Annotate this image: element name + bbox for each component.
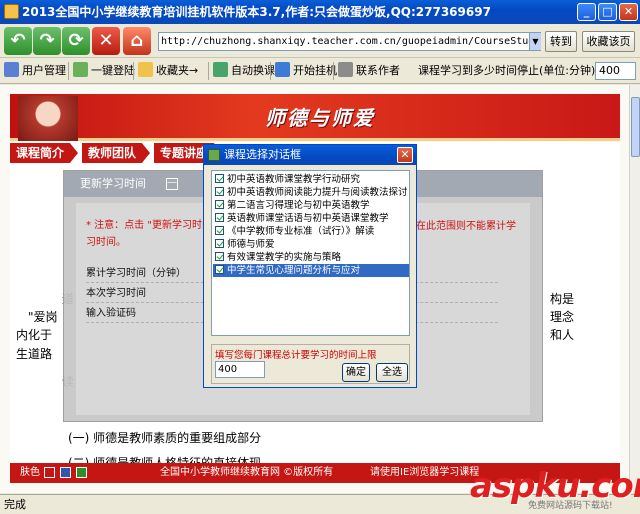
user-manage-button[interactable]: 用户管理 [4, 62, 66, 80]
course-select-dialog: 课程选择对话框 ✕ 初中英语教师课堂教学行动研究 初中英语教师阅读能力提升与阅读… [203, 144, 417, 388]
home-icon[interactable]: ⌂ [123, 27, 151, 55]
switch-icon [213, 62, 228, 77]
title-bar: 2013全国中小学继续教育培训挂机软件版本3.7,作者:只会做蛋炒饭,QQ:27… [0, 0, 640, 24]
address-dropdown-icon[interactable]: ▼ [529, 33, 541, 50]
checkbox-icon[interactable] [215, 174, 224, 183]
dialog-title-bar: 课程选择对话框 ✕ [204, 145, 416, 165]
function-toolbar: 用户管理 一键登陆 收藏夹→ 自动换课 开始挂机 联系作者 课程学习到多少时间停… [0, 58, 640, 84]
banner-title: 师德与师爱 [265, 106, 375, 130]
dialog-close-icon[interactable]: ✕ [397, 147, 413, 163]
stop-icon[interactable]: ✕ [92, 27, 120, 55]
checkbox-icon[interactable] [215, 187, 224, 196]
dialog-title: 课程选择对话框 [224, 148, 301, 161]
login-icon [73, 62, 88, 77]
checkbox-icon[interactable] [215, 200, 224, 209]
checkbox-icon[interactable] [215, 265, 224, 274]
skin-red-swatch[interactable] [44, 467, 55, 478]
separator [68, 62, 69, 80]
separator [270, 62, 271, 80]
skin-blue-swatch[interactable] [60, 467, 71, 478]
status-text: 完成 [4, 498, 26, 511]
maximize-button[interactable]: □ [598, 3, 617, 21]
time-limit-input[interactable] [215, 361, 265, 378]
checkbox-icon[interactable] [215, 226, 224, 235]
course-item-selected[interactable]: 中学生常见心理问题分析与应对 [213, 264, 409, 277]
dialog-icon [208, 149, 220, 161]
one-click-login-button[interactable]: 一键登陆 [73, 62, 135, 80]
separator [133, 62, 134, 80]
tab-teacher-team[interactable]: 教师团队 [82, 143, 150, 163]
watermark-subtitle: 免费网站源码下载站! [528, 501, 613, 511]
partial-text: 生道路 [16, 347, 53, 361]
go-button[interactable]: 转到 [545, 31, 577, 52]
course-item[interactable]: 英语教师课堂话语与初中英语课堂教学 [213, 212, 409, 225]
time-limit-label: 填写您每门课程总计要学习的时间上限 [215, 350, 377, 361]
favorites-menu[interactable]: 收藏夹→ [138, 62, 198, 80]
stop-time-input[interactable]: 400 [595, 62, 636, 80]
course-item[interactable]: 有效课堂教学的实施与策略 [213, 251, 409, 264]
course-item[interactable]: 《中学教师专业标准（试行）》解读 [213, 225, 409, 238]
copyright-text: 全国中小学教师继续教育网 ©版权所有 [160, 467, 334, 478]
address-bar[interactable]: http://chuzhong.shanxiqy.teacher.com.cn/… [158, 32, 541, 51]
section-heading: (一) 师德是教师素质的重要组成部分 [68, 431, 262, 445]
teacher-portrait-image [18, 96, 78, 141]
partial-text: 构是 [550, 292, 575, 306]
start-hanging-button[interactable]: 开始挂机 [275, 62, 337, 80]
start-icon [275, 62, 290, 77]
browser-hint: 请使用IE浏览器学习课程 [370, 467, 480, 478]
separator [208, 62, 209, 80]
star-icon [138, 62, 153, 77]
refresh-icon[interactable]: ⟳ [62, 27, 90, 55]
forward-arrow-icon[interactable]: ↷ [33, 27, 61, 55]
course-item[interactable]: 第二语言习得理论与初中英语教学 [213, 199, 409, 212]
close-button[interactable]: ✕ [619, 3, 638, 21]
panel-note-right: 在此范围则不能累计学 [416, 221, 516, 232]
panel-title: 更新学习时间 [80, 177, 146, 190]
scroll-thumb[interactable] [631, 97, 640, 157]
separator [333, 62, 334, 80]
course-item[interactable]: 师德与师爱 [213, 238, 409, 251]
skin-green-swatch[interactable] [76, 467, 87, 478]
partial-text: 内化于 [16, 328, 53, 342]
select-all-button[interactable]: 全选 [376, 363, 408, 382]
checkbox-icon[interactable] [215, 213, 224, 222]
partial-text: 和人 [550, 328, 575, 342]
checkbox-icon[interactable] [215, 252, 224, 261]
back-arrow-icon[interactable]: ↶ [4, 27, 32, 55]
checkbox-icon[interactable] [215, 239, 224, 248]
course-checklist: 初中英语教师课堂教学行动研究 初中英语教师阅读能力提升与阅读教法探讨 第二语言习… [211, 170, 410, 336]
minimize-icon[interactable]: — [166, 178, 178, 190]
ok-button[interactable]: 确定 [342, 363, 370, 382]
minimize-button[interactable]: _ [577, 3, 596, 21]
tab-course-intro[interactable]: 课程简介 [10, 143, 78, 163]
users-icon [4, 62, 19, 77]
browser-toolbar: ↶ ↷ ⟳ ✕ ⌂ http://chuzhong.shanxiqy.teach… [0, 24, 640, 58]
window-title: 2013全国中小学继续教育培训挂机软件版本3.7,作者:只会做蛋炒饭,QQ:27… [22, 5, 491, 19]
time-prompt-label: 课程学习到多少时间停止(单位:分钟)》》 [418, 64, 612, 77]
partial-text: "爱岗 [28, 310, 58, 324]
skin-label: 肤色 [20, 467, 40, 478]
contact-author-button[interactable]: 联系作者 [338, 62, 400, 80]
partial-text: 理念 [550, 310, 575, 324]
auto-switch-course-button[interactable]: 自动换课 [213, 62, 275, 80]
course-item[interactable]: 初中英语教师课堂教学行动研究 [213, 173, 409, 186]
page-scrollbar[interactable] [629, 85, 640, 493]
contact-icon [338, 62, 353, 77]
course-item[interactable]: 初中英语教师阅读能力提升与阅读教法探讨 [213, 186, 409, 199]
favorite-page-button[interactable]: 收藏该页 [582, 31, 635, 52]
course-banner: 师德与师爱 [10, 94, 620, 141]
app-icon [4, 4, 19, 19]
